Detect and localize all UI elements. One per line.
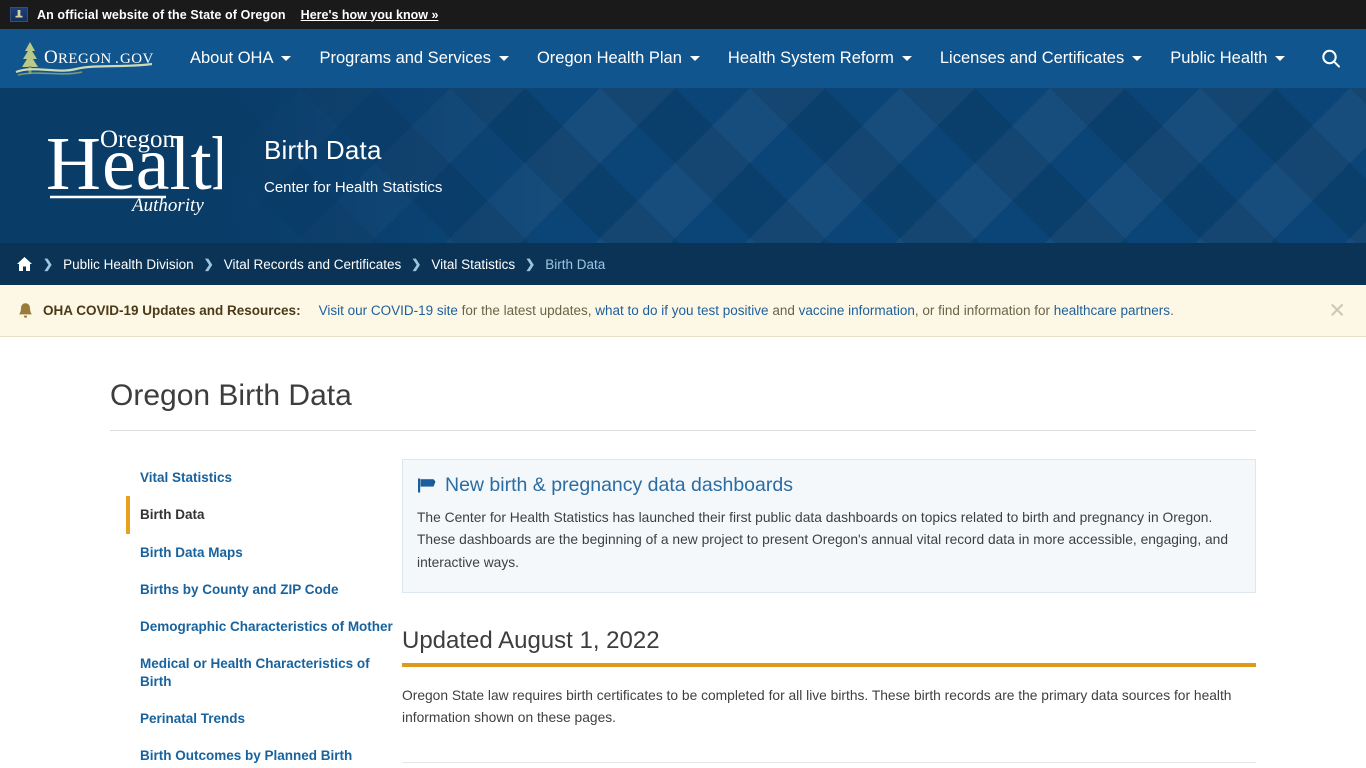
- nav-item-licenses-and-certificates[interactable]: Licenses and Certificates: [926, 43, 1156, 74]
- nav-item-label: Public Health: [1170, 49, 1268, 67]
- breadcrumb-separator: ❯: [203, 257, 214, 271]
- nav-item-health-system-reform[interactable]: Health System Reform: [714, 43, 926, 74]
- flag-icon: [418, 478, 436, 493]
- breadcrumb-separator: ❯: [43, 257, 54, 271]
- alert-link-vaccine-information[interactable]: vaccine information: [799, 303, 915, 318]
- nav-item-about-oha[interactable]: About OHA: [176, 43, 305, 74]
- alert-link-test-positive[interactable]: what to do if you test positive: [595, 303, 768, 318]
- breadcrumb-item-vital-records-and-certificates[interactable]: Vital Records and Certificates: [224, 257, 402, 272]
- page-title: Oregon Birth Data: [110, 337, 1256, 431]
- state-notice-bar: An official website of the State of Oreg…: [0, 0, 1366, 29]
- main-navigation-bar: O REGON . GOV About OHA Programs and Ser…: [0, 29, 1366, 88]
- sidebar-item-birth-data-maps[interactable]: Birth Data Maps: [126, 534, 402, 571]
- chevron-down-icon: [1132, 56, 1143, 61]
- chevron-down-icon: [689, 56, 700, 61]
- callout-body: The Center for Health Statistics has lau…: [417, 510, 1229, 570]
- updated-heading: Updated August 1, 2022: [402, 627, 660, 655]
- breadcrumb-separator: ❯: [525, 257, 536, 271]
- sidebar-item-births-by-county-and-zip-code[interactable]: Births by County and ZIP Code: [126, 571, 402, 608]
- alert-text: , or find information for: [914, 303, 1054, 318]
- sidebar-item-birth-outcomes-by-planned-birth[interactable]: Birth Outcomes by Planned Birth: [126, 737, 402, 768]
- nav-item-label: Licenses and Certificates: [939, 49, 1125, 67]
- svg-text:GOV: GOV: [120, 51, 154, 67]
- breadcrumb-separator: ❯: [411, 257, 422, 271]
- sidebar-item-vital-statistics[interactable]: Vital Statistics: [126, 459, 402, 496]
- hero-subtitle: Center for Health Statistics: [264, 179, 443, 196]
- nav-item-label: Oregon Health Plan: [536, 49, 682, 67]
- updated-body: Oregon State law requires birth certific…: [402, 688, 1232, 726]
- nav-item-label: About OHA: [190, 49, 274, 67]
- chevron-down-icon: [498, 56, 509, 61]
- nav-item-oregon-health-plan[interactable]: Oregon Health Plan: [523, 43, 714, 74]
- nav-items: About OHA Programs and Services Oregon H…: [176, 43, 1299, 74]
- alert-link-covid-site[interactable]: Visit our COVID-19 site: [319, 303, 458, 318]
- breadcrumb-item-birth-data: Birth Data: [545, 256, 606, 272]
- svg-text:O: O: [44, 47, 58, 68]
- page-hero-banner: H ealth Oregon Authority Birth Data Cent…: [0, 88, 1366, 243]
- covid-alert-banner: OHA COVID-19 Updates and Resources: Visi…: [0, 285, 1366, 337]
- dashboards-callout: New birth & pregnancy data dashboards Th…: [402, 459, 1256, 594]
- bell-icon: [19, 302, 32, 318]
- alert-text: .: [1170, 303, 1174, 318]
- page-content: Oregon Birth Data Vital Statistics Birth…: [0, 337, 1366, 768]
- breadcrumb-item-public-health-division[interactable]: Public Health Division: [63, 257, 194, 272]
- alert-label: OHA COVID-19 Updates and Resources:: [43, 303, 301, 318]
- oha-logo: H ealth Oregon Authority: [22, 111, 250, 220]
- svg-text:Oregon: Oregon: [100, 126, 175, 153]
- sidebar-item-medical-or-health-characteristics-of-birth[interactable]: Medical or Health Characteristics of Bir…: [126, 645, 402, 700]
- alert-text: and: [768, 303, 799, 318]
- oregon-gov-logo-graphic: O REGON . GOV: [15, 41, 154, 76]
- chevron-down-icon: [1275, 56, 1286, 61]
- sidebar-nav: Vital Statistics Birth Data Birth Data M…: [110, 459, 402, 768]
- nav-item-programs-and-services[interactable]: Programs and Services: [305, 43, 523, 74]
- nav-item-label: Programs and Services: [319, 49, 491, 67]
- svg-text:Authority: Authority: [130, 195, 204, 215]
- close-icon[interactable]: ✕: [1328, 300, 1346, 321]
- home-icon[interactable]: [16, 256, 33, 272]
- main-content: New birth & pregnancy data dashboards Th…: [402, 459, 1256, 768]
- chevron-down-icon: [901, 56, 912, 61]
- svg-text:REGON: REGON: [58, 51, 112, 67]
- sidebar-item-perinatal-trends[interactable]: Perinatal Trends: [126, 700, 402, 737]
- sidebar-item-demographic-characteristics-of-mother[interactable]: Demographic Characteristics of Mother: [126, 608, 402, 645]
- search-icon: [1322, 49, 1340, 68]
- chevron-down-icon: [281, 56, 292, 61]
- nav-item-public-health[interactable]: Public Health: [1156, 43, 1299, 74]
- alert-text: for the latest updates,: [457, 303, 596, 318]
- oha-logo-graphic: H ealth Oregon Authority: [46, 122, 250, 216]
- alert-message: Visit our COVID-19 site for the latest u…: [319, 303, 1174, 318]
- search-button[interactable]: [1314, 42, 1348, 76]
- nav-item-label: Health System Reform: [727, 49, 894, 67]
- state-notice-text: An official website of the State of Oreg…: [37, 7, 286, 22]
- oregon-state-seal-icon: [10, 7, 28, 22]
- hero-title: Birth Data: [264, 135, 382, 165]
- callout-title: New birth & pregnancy data dashboards: [445, 474, 793, 496]
- svg-text:H: H: [46, 122, 101, 206]
- breadcrumb: ❯ Public Health Division ❯ Vital Records…: [0, 243, 1366, 285]
- bottom-sections: Final Birth Data About Birth Data: [402, 763, 1256, 768]
- svg-text:.: .: [115, 51, 119, 67]
- alert-link-healthcare-partners[interactable]: healthcare partners: [1054, 303, 1170, 318]
- breadcrumb-item-vital-statistics[interactable]: Vital Statistics: [431, 257, 515, 272]
- heres-how-you-know-link[interactable]: Here's how you know »: [301, 8, 439, 22]
- section-accent-rule: [402, 663, 1256, 668]
- oregon-gov-logo[interactable]: O REGON . GOV: [12, 39, 160, 79]
- sidebar-item-birth-data: Birth Data: [126, 496, 402, 534]
